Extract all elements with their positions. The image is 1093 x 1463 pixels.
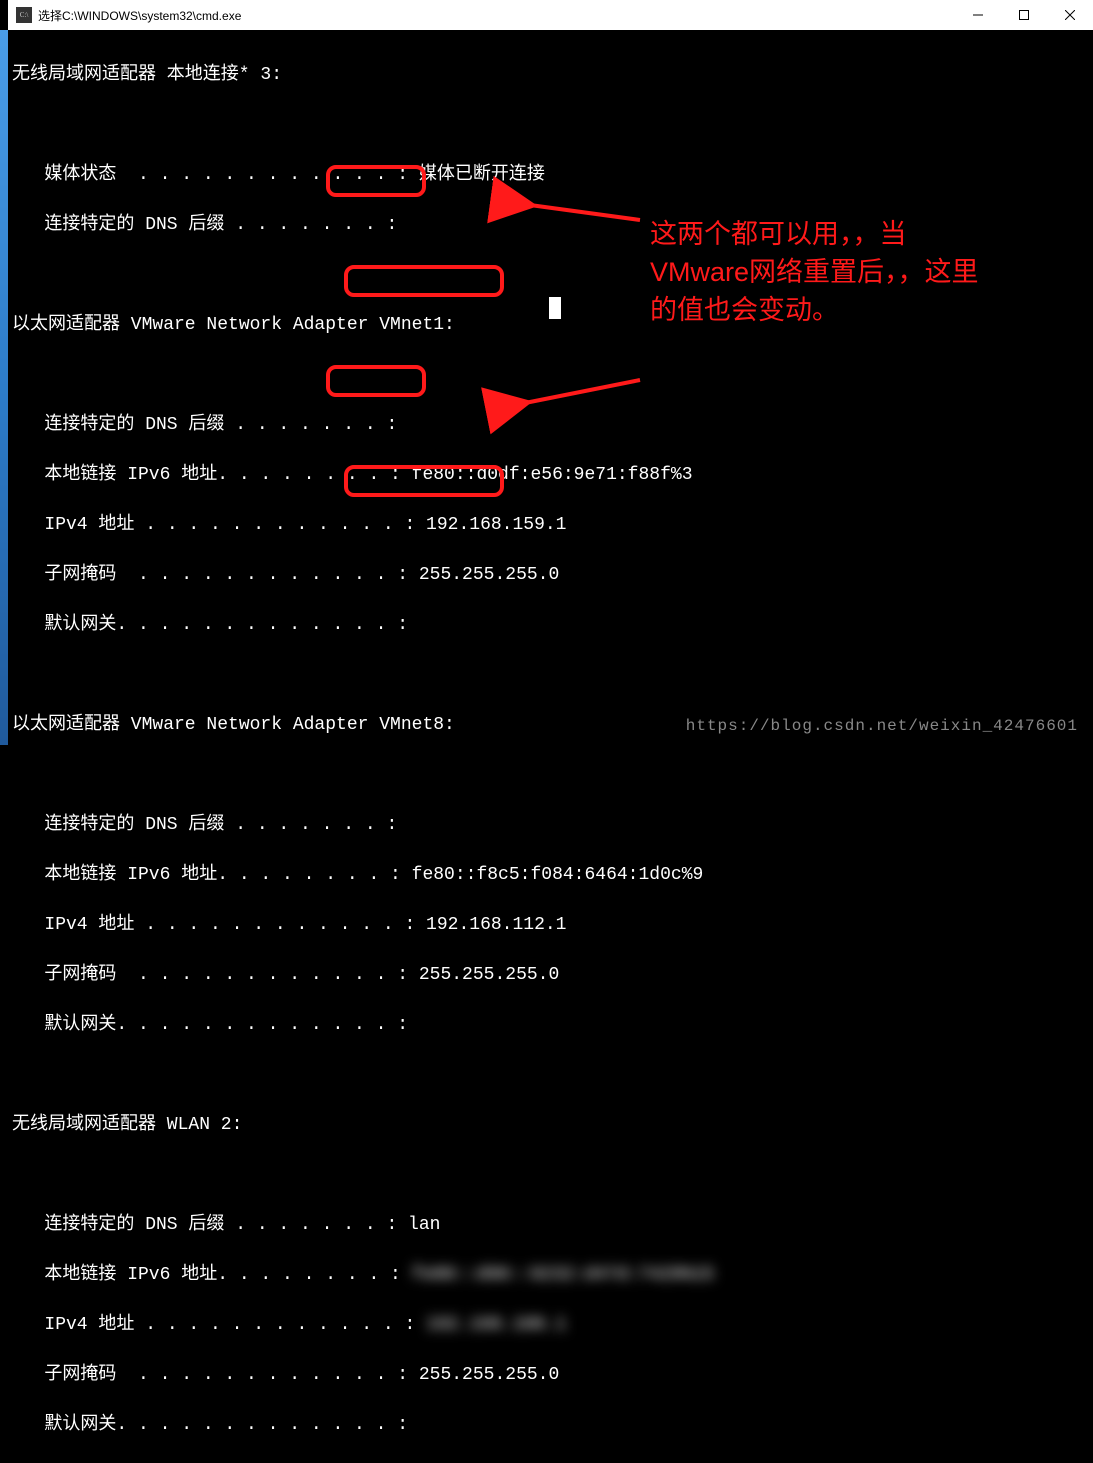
output-line (12, 113, 1091, 138)
output-line: 媒体状态 . . . . . . . . . . . . : 媒体已断开连接 (12, 163, 1091, 188)
maximize-button[interactable] (1001, 0, 1047, 30)
output-line (12, 363, 1091, 388)
minimize-button[interactable] (955, 0, 1001, 30)
output-line: 子网掩码 . . . . . . . . . . . . : 255.255.2… (12, 1363, 1091, 1388)
output-line: 本地链接 IPv6 地址. . . . . . . . : fe80::d0df… (12, 463, 1091, 488)
console-output[interactable]: 无线局域网适配器 本地连接* 3: 媒体状态 . . . . . . . . .… (10, 30, 1093, 745)
annotation-text: 这两个都可以用，，当 VMware网络重置后，，这里 的值也会变动。 (650, 215, 1050, 329)
output-line: 连接特定的 DNS 后缀 . . . . . . . : lan (12, 1213, 1091, 1238)
output-line (12, 763, 1091, 788)
output-line: IPv4 地址 . . . . . . . . . . . . : 192.16… (12, 513, 1091, 538)
output-line (12, 663, 1091, 688)
output-line: 连接特定的 DNS 后缀 . . . . . . . : (12, 813, 1091, 838)
output-line: 默认网关. . . . . . . . . . . . . : (12, 1413, 1091, 1438)
output-line: 默认网关. . . . . . . . . . . . . : (12, 1013, 1091, 1038)
window-title: 选择C:\WINDOWS\system32\cmd.exe (38, 7, 955, 24)
output-line (12, 1163, 1091, 1188)
output-line: 本地链接 IPv6 地址. . . . . . . . : fe80::f8c5… (12, 863, 1091, 888)
window-titlebar[interactable]: C:\ 选择C:\WINDOWS\system32\cmd.exe (8, 0, 1093, 30)
output-line: 无线局域网适配器 WLAN 2: (12, 1113, 1091, 1138)
output-line: 无线局域网适配器 本地连接* 3: (12, 63, 1091, 88)
output-line: 本地链接 IPv6 地址. . . . . . . . : fe80::d90:… (12, 1263, 1091, 1288)
output-line: IPv4 地址 . . . . . . . . . . . . : 192.16… (12, 913, 1091, 938)
output-line (12, 1063, 1091, 1088)
output-line: 子网掩码 . . . . . . . . . . . . : 255.255.2… (12, 563, 1091, 588)
output-line: 默认网关. . . . . . . . . . . . . : (12, 613, 1091, 638)
close-button[interactable] (1047, 0, 1093, 30)
cmd-icon: C:\ (16, 7, 32, 23)
text-cursor (549, 297, 561, 319)
watermark: https://blog.csdn.net/weixin_42476601 (686, 717, 1078, 735)
output-line: 子网掩码 . . . . . . . . . . . . : 255.255.2… (12, 963, 1091, 988)
output-line: IPv4 地址 . . . . . . . . . . . . : 192.16… (12, 1313, 1091, 1338)
left-edge-strip (0, 30, 8, 745)
output-line: 连接特定的 DNS 后缀 . . . . . . . : (12, 413, 1091, 438)
